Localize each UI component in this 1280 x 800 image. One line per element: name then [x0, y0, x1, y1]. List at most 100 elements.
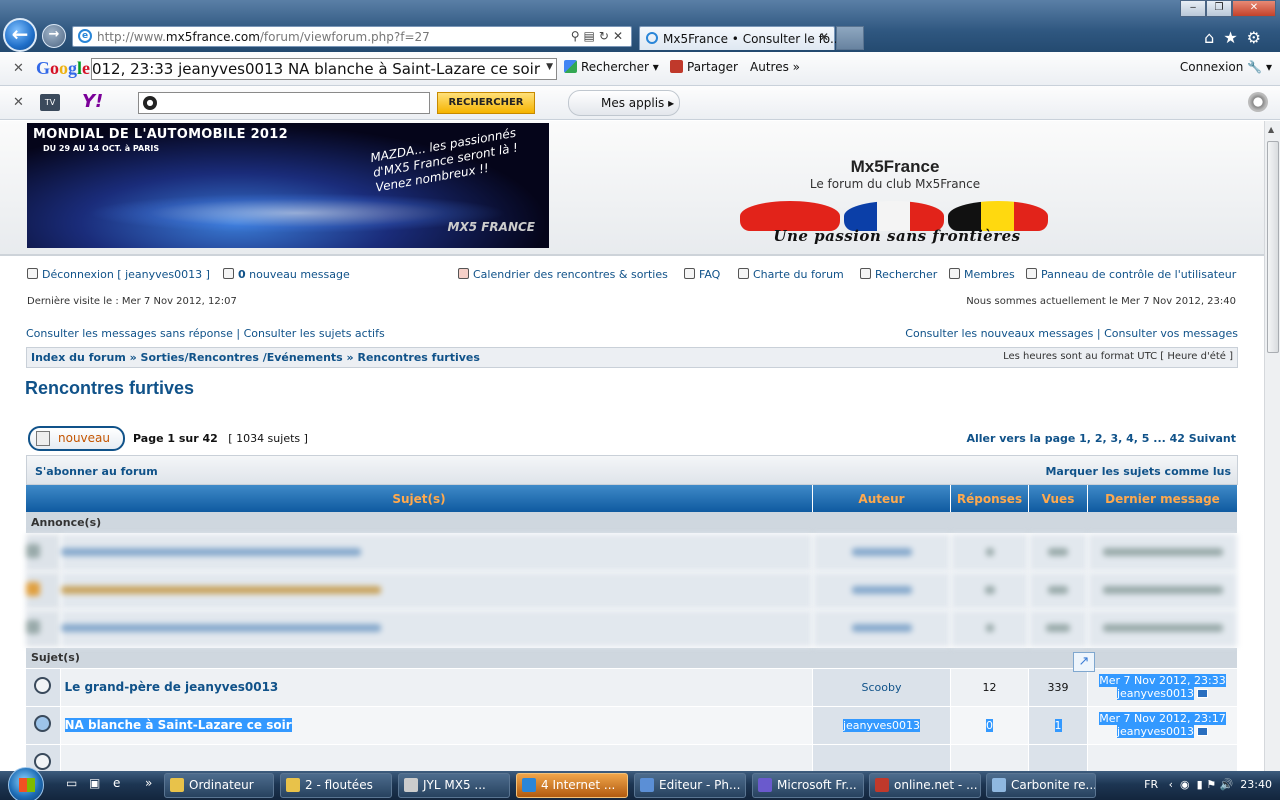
task-ordinateur[interactable]: Ordinateur: [164, 773, 274, 798]
chrome-tray-icon[interactable]: ◉: [1180, 778, 1190, 791]
refresh-icon[interactable]: ↻: [599, 29, 613, 43]
new-topic-button[interactable]: nouveau: [28, 426, 125, 451]
active-topics-link[interactable]: Consulter les sujets actifs: [244, 327, 385, 340]
calendar-link[interactable]: Calendrier des rencontres & sorties: [458, 268, 668, 281]
blurred-text: [1048, 547, 1068, 556]
yahoo-search-button[interactable]: RECHERCHER: [437, 92, 535, 114]
search-link[interactable]: Rechercher: [860, 268, 937, 281]
flag-icon[interactable]: ⚑: [1206, 778, 1216, 791]
restore-button[interactable]: ❐: [1206, 0, 1232, 17]
language-indicator[interactable]: FR: [1144, 778, 1158, 791]
address-actions[interactable]: ⚲▤↻✕: [571, 29, 627, 43]
task-jyl[interactable]: JYL MX5 ...: [398, 773, 510, 798]
topic-title-link[interactable]: NA blanche à Saint-Lazare ce soir: [64, 718, 292, 732]
forward-button[interactable]: →: [42, 24, 66, 48]
scroll-up-arrow-icon[interactable]: ▲: [1268, 125, 1274, 134]
task-online[interactable]: online.net - ...: [869, 773, 981, 798]
goto-last-post-icon[interactable]: [1197, 689, 1209, 698]
ie-quicklaunch-icon[interactable]: e: [113, 776, 120, 790]
blurred-cell: [26, 533, 61, 572]
blurred-icon: [26, 581, 40, 596]
table-row[interactable]: [26, 744, 1238, 771]
google-search-button[interactable]: Rechercher ▾: [564, 60, 659, 74]
compat-icon[interactable]: ▤: [584, 29, 599, 43]
members-link[interactable]: Membres: [949, 268, 1015, 281]
network-icon[interactable]: ▮: [1197, 778, 1203, 791]
goto-last-post-icon[interactable]: [1197, 727, 1209, 736]
breadcrumb-links[interactable]: Index du forum » Sorties/Rencontres /Evé…: [31, 351, 480, 364]
timezone-text: Les heures sont au format UTC [ Heure d'…: [1003, 351, 1233, 362]
blurred-cell: [60, 609, 813, 648]
mondial-banner[interactable]: MONDIAL DE L'AUTOMOBILE 2012 DU 29 AU 14…: [27, 123, 549, 248]
ucp-link[interactable]: Panneau de contrôle de l'utilisateur: [1026, 268, 1236, 281]
close-toolbar-icon[interactable]: ✕: [13, 61, 24, 76]
close-window-button[interactable]: ✕: [1232, 0, 1276, 17]
yahoo-search-input[interactable]: ●: [138, 92, 430, 114]
google-logo[interactable]: Google: [36, 58, 90, 79]
logout-link[interactable]: Déconnexion [ jeanyves0013 ]: [27, 268, 210, 281]
yahoo-logo[interactable]: Y!: [82, 91, 103, 112]
clock[interactable]: 23:40: [1240, 778, 1272, 791]
search-icon[interactable]: ⚲: [571, 29, 584, 43]
my-apps-button[interactable]: Mes applis ▸: [568, 90, 680, 116]
topic-author-link[interactable]: Scooby: [812, 668, 951, 707]
tools-gear-icon[interactable]: ⚙: [1247, 28, 1270, 47]
charter-label: Charte du forum: [753, 268, 844, 281]
task-editeur[interactable]: Editeur - Ph...: [634, 773, 746, 798]
blurred-announcement-row: [26, 571, 1238, 610]
mark-read-link[interactable]: Marquer les sujets comme lus: [1045, 465, 1231, 478]
share-button[interactable]: Partager: [670, 60, 738, 74]
yahoo-toolbar: ✕ TV Y! ● RECHERCHER Mes applis ▸: [0, 86, 1280, 120]
new-messages-link[interactable]: 0 nouveau message: [223, 268, 350, 281]
back-button[interactable]: ←: [3, 18, 37, 52]
dropdown-arrow-icon[interactable]: ▼: [546, 62, 553, 72]
task-carbonite[interactable]: Carbonite re...: [986, 773, 1096, 798]
tv-icon[interactable]: TV: [40, 94, 60, 111]
subscribe-link[interactable]: S'abonner au forum: [35, 465, 158, 478]
table-row[interactable]: NA blanche à Saint-Lazare ce soir jeanyv…: [26, 706, 1238, 745]
table-row[interactable]: Le grand-père de jeanyves0013 Scooby 12 …: [26, 668, 1238, 707]
tray-expand-icon[interactable]: ‹: [1169, 778, 1173, 791]
announcements-label: Annonce(s): [26, 512, 1238, 534]
charter-link[interactable]: Charte du forum: [738, 268, 844, 281]
open-link-arrow-icon[interactable]: ↗: [1073, 652, 1095, 672]
tab-mx5france[interactable]: Mx5France • Consulter le fo... ✕: [639, 26, 841, 50]
connexion-button[interactable]: Connexion 🔧 ▾: [1180, 60, 1272, 74]
task-floutees[interactable]: 2 - floutées: [280, 773, 392, 798]
wrench-icon[interactable]: 🔧: [1247, 60, 1262, 74]
page-title[interactable]: Rencontres furtives: [25, 378, 194, 399]
topic-title-link[interactable]: Le grand-père de jeanyves0013: [65, 680, 279, 694]
own-posts-link[interactable]: Consulter vos messages: [1104, 327, 1238, 340]
task-internet[interactable]: 4 Internet ...: [516, 773, 628, 798]
blurred-cell: [812, 533, 951, 572]
new-tab-button[interactable]: [836, 26, 864, 50]
more-button[interactable]: Autres »: [750, 60, 800, 74]
close-toolbar-icon[interactable]: ✕: [13, 95, 24, 110]
new-posts-link[interactable]: Consulter les nouveaux messages: [905, 327, 1093, 340]
tab-close-icon[interactable]: ✕: [819, 30, 829, 44]
stop-icon[interactable]: ✕: [613, 29, 627, 43]
last-post-user-link[interactable]: jeanyves0013: [1116, 687, 1195, 700]
faq-link[interactable]: FAQ: [684, 268, 720, 281]
address-bar[interactable]: e http://www.mx5france.com/forum/viewfor…: [72, 26, 632, 47]
more-quicklaunch-icon[interactable]: »: [145, 776, 152, 790]
start-button[interactable]: [8, 767, 44, 800]
home-icon[interactable]: ⌂: [1204, 28, 1223, 47]
scrollbar-thumb[interactable]: [1267, 141, 1279, 353]
url-text[interactable]: http://www.mx5france.com/forum/viewforum…: [97, 30, 430, 44]
page-scrollbar[interactable]: ▲: [1264, 121, 1280, 771]
favorites-star-icon[interactable]: ★: [1223, 28, 1246, 47]
unanswered-link[interactable]: Consulter les messages sans réponse: [26, 327, 233, 340]
task-microsoft[interactable]: Microsoft Fr...: [752, 773, 864, 798]
explorer-icon[interactable]: ▣: [89, 776, 100, 790]
topic-author-link[interactable]: jeanyves0013: [842, 718, 921, 732]
volume-icon[interactable]: 🔊: [1220, 778, 1234, 791]
minimize-button[interactable]: ‒: [1180, 0, 1206, 17]
last-post-user-link[interactable]: jeanyves0013: [1116, 725, 1195, 738]
pagination[interactable]: Aller vers la page 1, 2, 3, 4, 5 ... 42 …: [966, 432, 1236, 445]
google-search-input[interactable]: Nov 2012, 23:33 jeanyves0013 NA blanche …: [91, 58, 557, 80]
blurred-text: [1102, 547, 1223, 556]
blurred-cell: [1028, 609, 1088, 648]
settings-gear-icon[interactable]: [1248, 92, 1268, 112]
show-desktop-icon[interactable]: ▭: [66, 776, 77, 790]
